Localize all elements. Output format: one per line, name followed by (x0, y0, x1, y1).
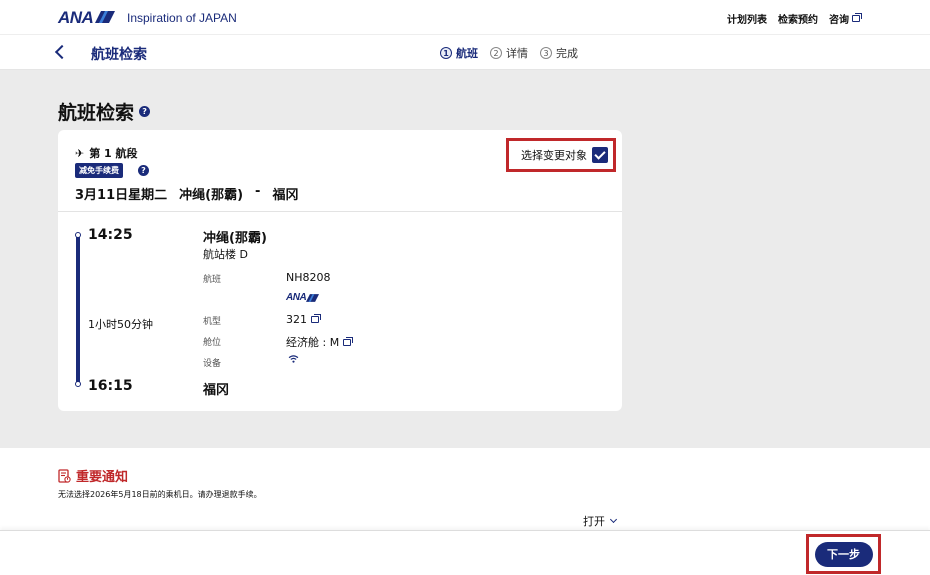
step-details: 2 详情 (490, 45, 528, 61)
fee-help-icon[interactable]: ? (138, 165, 149, 176)
step-number: 3 (540, 47, 552, 59)
next-step-button[interactable]: 下一步 (814, 541, 873, 567)
cabin-class: 经济舱 : M (286, 336, 340, 349)
expand-label: 打开 (583, 515, 605, 528)
chevron-down-icon (609, 515, 618, 524)
route-separator: - (255, 184, 261, 199)
facility-label: 设备 (203, 359, 222, 369)
route-origin: 冲绳(那霸) (179, 188, 244, 203)
step-flight: 1 航班 (440, 45, 478, 61)
logo-text: ANA (58, 8, 94, 27)
back-button[interactable] (54, 43, 70, 61)
cabin-link[interactable]: 经济舱 : M (286, 334, 354, 350)
flight-card: ✈ 第 1 航段 减免手续费 ? 3月11日星期二 冲绳(那霸) - 福冈 选择… (58, 130, 622, 411)
logo-stripes-icon (95, 11, 116, 23)
help-icon[interactable]: ? (139, 106, 151, 117)
notice-icon (58, 468, 71, 483)
aircraft-type: 321 (286, 313, 307, 326)
link-search-booking[interactable]: 检索预约 (778, 11, 818, 26)
select-checkbox[interactable] (592, 147, 608, 163)
sub-header: 航班检索 1 航班 2 详情 3 完成 (0, 35, 930, 70)
link-inquiry-label: 咨询 (829, 15, 849, 26)
external-link-icon (311, 314, 321, 323)
top-links: 计划列表 检索预约 咨询 (727, 11, 862, 26)
departure-time: 14:25 (88, 227, 133, 243)
footer-bar: 下一步 (0, 530, 930, 575)
external-link-icon (343, 336, 354, 346)
segment-label-text: 第 1 航段 (89, 147, 138, 160)
step-complete: 3 完成 (540, 45, 578, 61)
fee-waiver-badge: 减免手续费 (75, 163, 123, 178)
arrival-dot (75, 381, 81, 387)
departure-terminal: 航站楼 D (203, 248, 248, 261)
select-change-target[interactable]: 选择变更对象 (506, 138, 616, 172)
arrival-city: 福冈 (203, 383, 230, 398)
expand-notice-button[interactable]: 打开 (583, 513, 618, 529)
step-label: 完成 (556, 47, 578, 60)
flight-timeline (75, 232, 81, 387)
airplane-icon: ✈ (75, 146, 85, 160)
step-number: 1 (440, 47, 452, 59)
page-title: 航班检索 ? (58, 98, 151, 125)
cabin-label: 舱位 (203, 338, 222, 348)
carrier-logo-text: ANA (286, 292, 307, 303)
notice-text: 无法选择2026年5月18日前的乘机日。请办理退款手续。 (58, 490, 262, 499)
ana-logo[interactable]: ANA (58, 8, 116, 28)
segment-header: ✈ 第 1 航段 减免手续费 ? 3月11日星期二 冲绳(那霸) - 福冈 选择… (58, 130, 622, 212)
main-content: 航班检索 ? ✈ 第 1 航段 减免手续费 ? 3月11日星期二 冲绳(那霸) … (0, 70, 930, 448)
header-title: 航班检索 (91, 47, 147, 63)
flight-number-label: 航班 (203, 275, 222, 285)
progress-steps: 1 航班 2 详情 3 完成 (440, 45, 578, 61)
tagline: Inspiration of JAPAN (127, 11, 237, 25)
step-number: 2 (490, 47, 502, 59)
flight-date: 3月11日星期二 (75, 188, 168, 203)
flight-number: NH8208 (286, 271, 331, 284)
aircraft-link[interactable]: 321 (286, 313, 321, 326)
route-summary: 3月11日星期二 冲绳(那霸) - 福冈 (75, 184, 298, 203)
select-change-label: 选择变更对象 (521, 149, 587, 162)
top-bar: ANA Inspiration of JAPAN 计划列表 检索预约 咨询 (0, 0, 930, 35)
step-label: 航班 (456, 47, 478, 60)
step-label: 详情 (506, 47, 528, 60)
next-button-highlight: 下一步 (806, 534, 881, 574)
departure-dot (75, 232, 81, 238)
wifi-icon (288, 355, 299, 363)
external-link-icon (852, 13, 862, 22)
segment-label: ✈ 第 1 航段 (75, 145, 138, 161)
notice-title-text: 重要通知 (76, 470, 129, 485)
link-inquiry[interactable]: 咨询 (829, 11, 862, 26)
aircraft-label: 机型 (203, 317, 222, 327)
arrival-time: 16:15 (88, 378, 133, 394)
carrier-stripes-icon (306, 293, 320, 302)
carrier-logo: ANA (286, 292, 320, 303)
departure-city: 冲绳(那霸) (203, 231, 267, 246)
important-notice-title: 重要通知 (58, 466, 128, 485)
route-destination: 福冈 (272, 188, 299, 203)
flight-duration: 1小时50分钟 (88, 318, 153, 331)
page-title-text: 航班检索 (58, 102, 135, 124)
timeline-line (76, 236, 80, 384)
link-plan-list[interactable]: 计划列表 (727, 11, 767, 26)
